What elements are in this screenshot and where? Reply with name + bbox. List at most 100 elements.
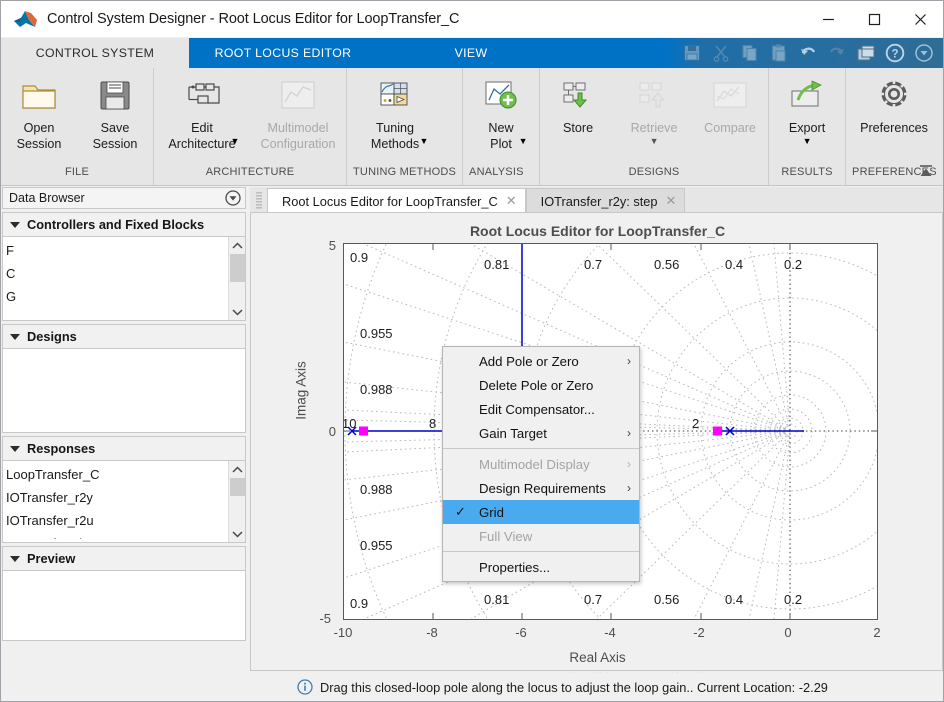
section-preview: Preview (2, 546, 246, 641)
list-item[interactable]: H (6, 308, 245, 314)
maximize-button[interactable] (851, 1, 897, 37)
ribbon-group-analysis: New Plot ▼ ANALYSIS (462, 68, 539, 185)
chevron-down-icon[interactable]: ▼ (231, 136, 240, 146)
chevron-down-icon[interactable]: ▼ (803, 136, 812, 146)
title-bar: Control System Designer - Root Locus Edi… (1, 1, 943, 37)
document-tab-bar: Root Locus Editor for LoopTransfer_C ✕ I… (250, 187, 943, 213)
save-session-button[interactable]: Save Session (77, 74, 153, 152)
damping-label: 0.2 (784, 592, 803, 607)
menu-item-delete-pole-or-zero[interactable]: Delete Pole or Zero (443, 373, 639, 397)
chevron-down-icon[interactable]: ▼ (420, 136, 429, 146)
list-responses[interactable]: LoopTransfer_C IOTransfer_r2y IOTransfer… (2, 461, 246, 543)
scroll-down-icon[interactable] (229, 303, 246, 320)
close-icon (914, 13, 926, 25)
list-item[interactable]: IOTransfer_du2y (6, 532, 245, 539)
section-header-designs[interactable]: Designs (2, 324, 246, 349)
preferences-button[interactable]: Preferences (846, 74, 942, 136)
scrollbar-responses[interactable] (228, 461, 245, 542)
ribbon-body: Open Session Save Session FILE Edit Arch… (1, 68, 943, 186)
minimize-icon (822, 18, 834, 20)
menu-item-edit-compensator[interactable]: Edit Compensator... (443, 397, 639, 421)
x-tick-label: -10 (333, 625, 353, 640)
collapse-ribbon-icon (920, 165, 932, 176)
new-plot-button[interactable]: New Plot ▼ (463, 74, 539, 151)
tab-grip-icon[interactable] (254, 191, 264, 211)
menu-item-properties[interactable]: Properties... (443, 555, 639, 579)
scroll-thumb[interactable] (229, 478, 245, 496)
layout-icon[interactable] (856, 43, 876, 63)
scroll-thumb[interactable] (229, 254, 245, 282)
chevron-down-icon[interactable]: ▼ (650, 136, 659, 146)
list-designs[interactable] (2, 349, 246, 433)
tab-view[interactable]: VIEW (377, 38, 565, 68)
paste-icon[interactable] (769, 43, 789, 63)
tab-root-locus-editor[interactable]: ROOT LOCUS EDITOR (189, 38, 377, 68)
scroll-down-icon[interactable] (229, 525, 246, 542)
ribbon-group-tuning-methods-label: TUNING METHODS (353, 166, 457, 178)
collapse-ribbon-button[interactable] (913, 159, 939, 183)
compare-button[interactable]: Compare (692, 74, 768, 136)
close-tab-icon[interactable]: ✕ (666, 193, 677, 209)
open-session-button[interactable]: Open Session (1, 74, 77, 152)
window-controls (805, 1, 943, 37)
list-item[interactable]: LoopTransfer_C (6, 463, 245, 486)
menu-item-label: Gain Target (479, 425, 547, 441)
menu-separator (443, 551, 639, 552)
close-button[interactable] (897, 1, 943, 37)
scrollbar-controllers[interactable] (228, 237, 245, 320)
edit-architecture-button[interactable]: Edit Architecture ▼ (154, 74, 250, 151)
x-tick-label: -4 (604, 625, 616, 640)
multimodel-configuration-label: Multimodel Configuration (260, 121, 336, 151)
menu-item-gain-target[interactable]: Gain Target › (443, 421, 639, 445)
section-header-preview[interactable]: Preview (2, 546, 246, 571)
help-icon[interactable]: ? (885, 43, 905, 63)
multimodel-plot-icon (277, 76, 319, 116)
document-tab-iotransfer-step[interactable]: IOTransfer_r2y: step ✕ (525, 188, 686, 213)
ribbon-group-architecture-label: ARCHITECTURE (205, 166, 295, 178)
data-browser-panel: Data Browser Controllers and Fixed Block… (2, 187, 246, 681)
menu-item-full-view[interactable]: Full View (443, 524, 639, 548)
list-item[interactable]: IOTransfer_r2y (6, 486, 245, 509)
list-controllers-and-fixed-blocks[interactable]: F C G H (2, 237, 246, 321)
chevron-down-icon[interactable]: ▼ (519, 136, 528, 146)
chevron-right-icon: › (627, 457, 631, 471)
redo-icon[interactable] (827, 43, 847, 63)
damping-label: 0.9 (350, 596, 369, 611)
cut-icon[interactable] (711, 43, 731, 63)
section-header-controllers[interactable]: Controllers and Fixed Blocks (2, 212, 246, 237)
plot-x-axis-label: Real Axis (569, 650, 626, 665)
scroll-up-icon[interactable] (229, 237, 246, 254)
close-tab-icon[interactable]: ✕ (506, 193, 517, 209)
check-icon: ✓ (455, 504, 467, 519)
frequency-label: 10 (343, 416, 357, 431)
store-button[interactable]: Store (540, 74, 616, 136)
list-item[interactable]: F (6, 239, 245, 262)
export-button[interactable]: Export ▼ (769, 74, 845, 146)
retrieve-button[interactable]: Retrieve ▼ (616, 74, 692, 146)
undo-icon[interactable] (798, 43, 818, 63)
preview-pane (2, 571, 246, 641)
menu-item-multimodel-display[interactable]: Multimodel Display › (443, 452, 639, 476)
menu-item-label: Delete Pole or Zero (479, 377, 594, 393)
tab-control-system[interactable]: CONTROL SYSTEM (1, 38, 189, 68)
copy-icon[interactable] (740, 43, 760, 63)
ribbon-tab-strip: CONTROL SYSTEM ROOT LOCUS EDITOR VIEW ? (1, 38, 943, 68)
document-tab-root-locus-editor[interactable]: Root Locus Editor for LoopTransfer_C ✕ (267, 188, 526, 213)
menu-item-design-requirements[interactable]: Design Requirements › (443, 476, 639, 500)
menu-item-grid[interactable]: ✓ Grid (443, 500, 639, 524)
list-item[interactable]: IOTransfer_r2u (6, 509, 245, 532)
minimize-button[interactable] (805, 1, 851, 37)
panel-menu-icon[interactable] (225, 190, 241, 206)
list-item[interactable]: G (6, 285, 245, 308)
section-header-responses[interactable]: Responses (2, 436, 246, 461)
list-item[interactable]: C (6, 262, 245, 285)
ribbon-group-analysis-label: ANALYSIS (469, 166, 524, 178)
multimodel-configuration-button[interactable]: Multimodel Configuration (250, 74, 346, 152)
tuning-methods-button[interactable]: Tuning Methods ▼ (347, 74, 443, 151)
menu-item-add-pole-or-zero[interactable]: Add Pole or Zero › (443, 349, 639, 373)
save-icon[interactable] (682, 43, 702, 63)
scroll-up-icon[interactable] (229, 461, 246, 478)
menu-item-label: Multimodel Display (479, 456, 590, 472)
qat-dropdown-icon[interactable] (914, 43, 934, 63)
window-title: Control System Designer - Root Locus Edi… (47, 11, 460, 27)
